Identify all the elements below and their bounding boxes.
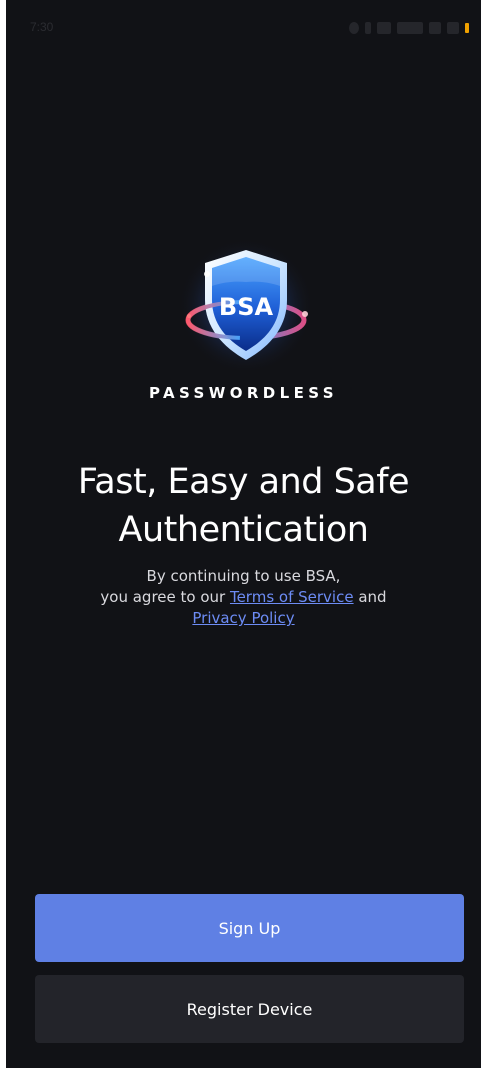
shield-label: BSA [219,293,274,321]
status-time: 7:30 [30,20,54,34]
register-device-button[interactable]: Register Device [35,975,464,1043]
brand-wordmark: PASSWORDLESS [149,384,338,402]
bluetooth-icon [365,22,371,34]
sign-up-label: Sign Up [218,918,281,938]
signal-strength-icon [447,22,459,34]
title-line-2: Authentication [118,510,369,550]
sign-up-button[interactable]: Sign Up [35,894,464,962]
status-icons [349,17,469,39]
battery-icon [465,23,469,33]
consent-line-3: Privacy Policy [6,608,481,629]
status-bar: 7:30 [6,0,481,52]
network-speed-icon [397,22,423,34]
title-line-1: Fast, Easy and Safe [77,462,410,502]
alarm-icon [349,22,359,34]
signal-strength-icon [429,22,441,34]
bsa-shield-logo: BSA [173,236,319,376]
page-title: Fast, Easy and Safe Authentication [6,458,481,554]
consent-suffix: and [353,588,387,606]
register-device-label: Register Device [186,999,313,1019]
consent-line-2: you agree to our Terms of Service and [6,587,481,608]
terms-of-service-link[interactable]: Terms of Service [230,588,354,606]
terms-consent-text: By continuing to use BSA, you agree to o… [6,566,481,629]
shield-icon: BSA [178,238,314,374]
consent-prefix: you agree to our [100,588,230,606]
wifi-signal-icon [377,22,391,34]
privacy-policy-link[interactable]: Privacy Policy [192,609,294,627]
app-screen: 7:30 BSA PASSWORDLESS Fast, Easy and Saf… [6,0,481,1068]
consent-line-1: By continuing to use BSA, [146,567,341,585]
